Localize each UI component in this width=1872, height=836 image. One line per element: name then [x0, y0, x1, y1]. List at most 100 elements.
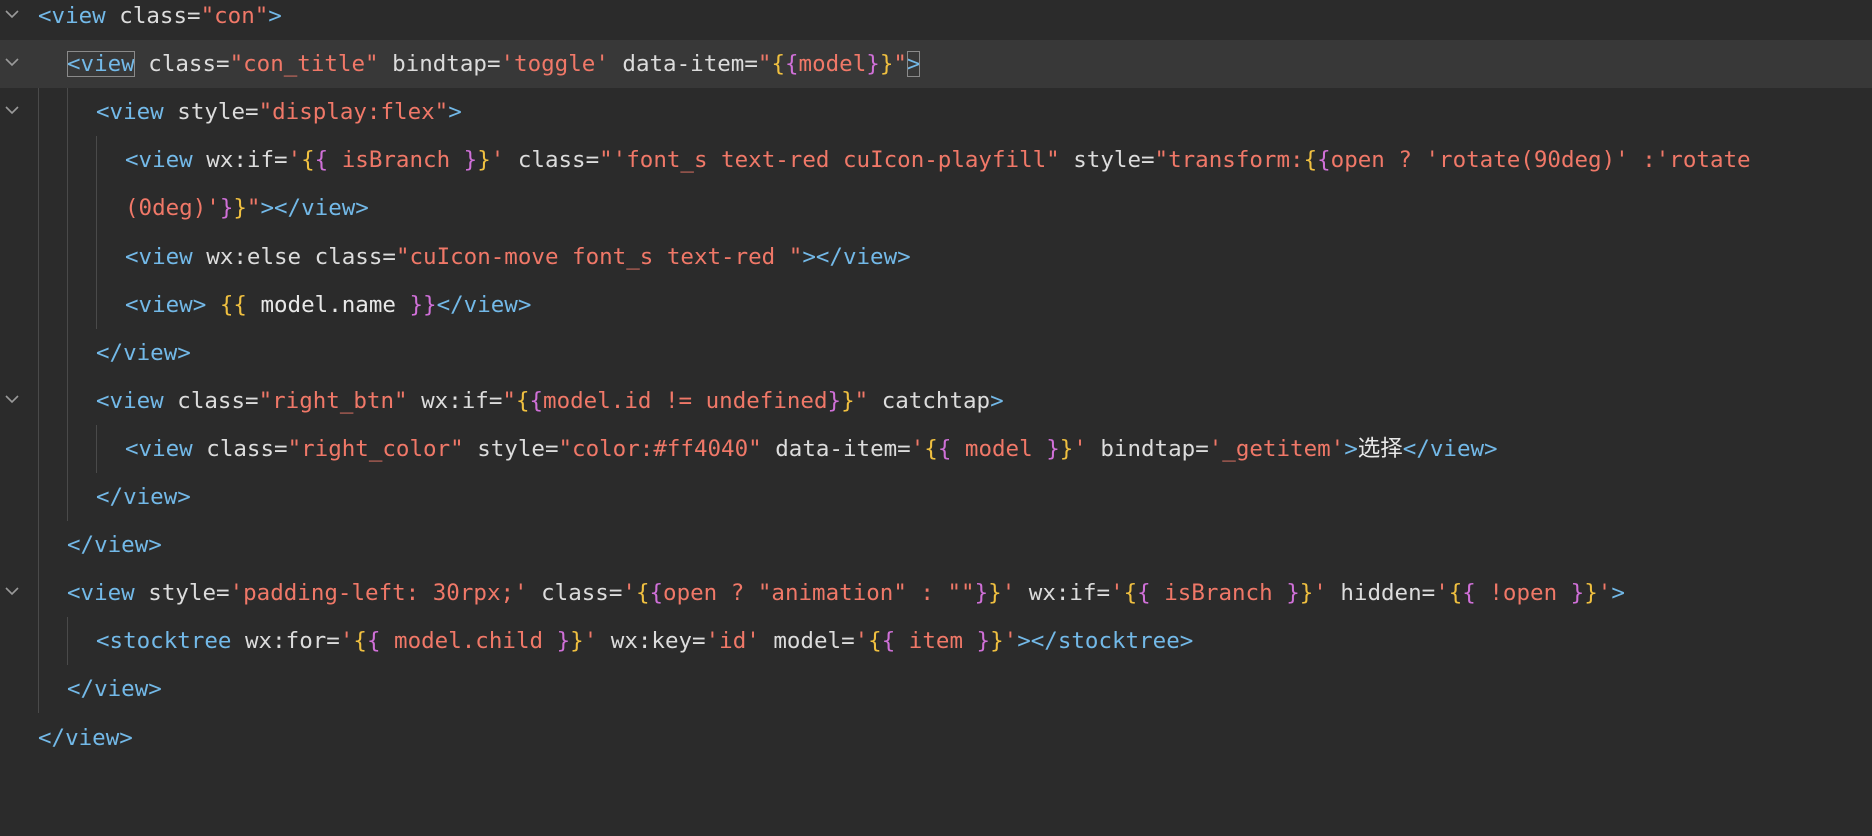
- code-token: class=: [192, 435, 288, 462]
- code-line[interactable]: <view wx:else class="cuIcon-move font_s …: [0, 233, 1872, 281]
- code-token: >: [448, 99, 462, 126]
- fold-chevron-icon[interactable]: [4, 54, 20, 70]
- code-line[interactable]: <view class="right_color" style="color:#…: [0, 425, 1872, 473]
- code-token: 选择: [1357, 435, 1403, 462]
- code-editor[interactable]: <view class="con"> <view class="con_title…: [0, 0, 1872, 836]
- code-token: ': [339, 628, 354, 655]
- code-token: "cuIcon-move font_s text-red ": [395, 243, 803, 270]
- code-token: >: [906, 51, 921, 78]
- code-token: '_getitem': [1208, 435, 1345, 462]
- code-token: model: [798, 51, 867, 78]
- code-token: ': [1110, 580, 1124, 607]
- code-token: class=: [134, 51, 230, 78]
- code-token: ": [246, 195, 261, 222]
- code-line[interactable]: (0deg)'}}"></view>: [0, 184, 1872, 232]
- code-token: isBranch: [1150, 580, 1287, 607]
- code-token: >: [268, 3, 282, 29]
- code-token: </view>: [96, 484, 191, 510]
- code-token: {: [1317, 147, 1331, 174]
- code-token: }: [477, 147, 491, 174]
- code-token: }: [879, 51, 894, 78]
- code-token: ></view>: [260, 195, 369, 222]
- code-token: wx:if=: [407, 387, 503, 414]
- code-token: model: [951, 435, 1047, 462]
- code-token: {: [881, 628, 896, 655]
- code-token: }: [1584, 580, 1598, 607]
- code-line[interactable]: <view wx:if='{{ isBranch }}' class="'fon…: [0, 136, 1872, 184]
- code-token: ': [1597, 580, 1612, 607]
- code-token: !open: [1475, 580, 1571, 607]
- code-token: ></view>: [802, 243, 911, 270]
- code-text: </view>: [96, 337, 191, 369]
- code-line[interactable]: <view style="display:flex">: [0, 88, 1872, 136]
- code-line[interactable]: <stocktree wx:for='{{ model.child }}' wx…: [0, 617, 1872, 665]
- code-token: style=: [463, 435, 559, 462]
- code-token: }: [463, 147, 478, 174]
- code-token: <stocktree: [96, 628, 232, 655]
- code-token: model.child: [380, 628, 557, 655]
- code-line[interactable]: <view style='padding-left: 30rpx;' class…: [0, 569, 1872, 617]
- code-token: bindtap=: [1086, 435, 1209, 462]
- code-line[interactable]: </view>: [0, 473, 1872, 521]
- fold-chevron-icon[interactable]: [4, 391, 20, 407]
- code-text: </view>: [38, 722, 133, 754]
- code-token: 'toggle': [500, 51, 609, 78]
- code-line-current[interactable]: <view class="con_title" bindtap='toggle'…: [0, 40, 1872, 89]
- code-text: <view wx:if='{{ isBranch }}' class="'fon…: [125, 144, 1751, 176]
- code-token: ": [854, 387, 869, 414]
- code-line[interactable]: </view>: [0, 714, 1872, 762]
- code-token: ": [757, 51, 772, 78]
- code-token: <view: [125, 243, 193, 270]
- code-line[interactable]: <view class="con">: [0, 0, 1872, 40]
- code-token: wx:if=: [192, 147, 288, 174]
- code-token: ': [1073, 435, 1087, 462]
- code-token: wx:if=: [1015, 580, 1111, 607]
- code-token: </view>: [67, 676, 162, 703]
- code-token: {: [301, 147, 315, 174]
- code-line[interactable]: <view> {{ model.name }}</view>: [0, 281, 1872, 329]
- code-token: model=: [759, 628, 855, 655]
- code-token: {: [784, 51, 799, 78]
- code-line[interactable]: </view>: [0, 665, 1872, 713]
- code-token: <view: [125, 147, 193, 174]
- fold-chevron-icon[interactable]: [4, 102, 20, 118]
- code-text: <view class="right_color" style="color:#…: [125, 433, 1498, 465]
- code-token: 'padding-left: 30rpx;': [229, 580, 528, 607]
- code-text: </view>: [67, 529, 162, 561]
- code-token: {: [649, 580, 664, 607]
- code-token: data-item=: [761, 435, 911, 462]
- code-token: wx:else class=: [192, 243, 396, 270]
- code-token: }: [556, 628, 571, 655]
- code-line[interactable]: </view>: [0, 329, 1872, 377]
- code-token: {: [1137, 580, 1151, 607]
- code-token: ": [502, 387, 516, 414]
- code-token: (0deg)': [125, 195, 220, 222]
- code-text: <stocktree wx:for='{{ model.child }}' wx…: [96, 625, 1193, 657]
- fold-chevron-icon[interactable]: [4, 6, 20, 22]
- code-token: }: [233, 195, 247, 222]
- code-token: {: [1462, 580, 1476, 607]
- code-token: >: [1344, 435, 1358, 462]
- code-token: <view: [96, 387, 164, 414]
- code-token: ': [854, 628, 869, 655]
- code-token: }: [990, 628, 1004, 655]
- code-token: </view>: [67, 532, 162, 559]
- code-token: }: [570, 628, 584, 655]
- code-token: {: [868, 628, 882, 655]
- code-token: }: [827, 387, 842, 414]
- code-token: class=: [105, 3, 201, 29]
- code-token: open ? 'rotate(90deg)' :'rotate: [1330, 147, 1751, 174]
- code-line[interactable]: <view class="right_btn" wx:if="{{model.i…: [0, 377, 1872, 425]
- code-token: model.name: [246, 291, 410, 318]
- code-token: {: [924, 435, 938, 462]
- code-text: <view class="right_btn" wx:if="{{model.i…: [96, 385, 1004, 417]
- code-token: }: [1570, 580, 1585, 607]
- code-token: ': [622, 580, 636, 607]
- code-token: </view>: [1402, 435, 1498, 462]
- fold-chevron-icon[interactable]: [4, 583, 20, 599]
- code-token: {: [314, 147, 329, 174]
- code-token: <view: [67, 580, 135, 607]
- code-line[interactable]: </view>: [0, 521, 1872, 569]
- code-token: ': [1313, 580, 1327, 607]
- code-token: "con": [200, 3, 269, 29]
